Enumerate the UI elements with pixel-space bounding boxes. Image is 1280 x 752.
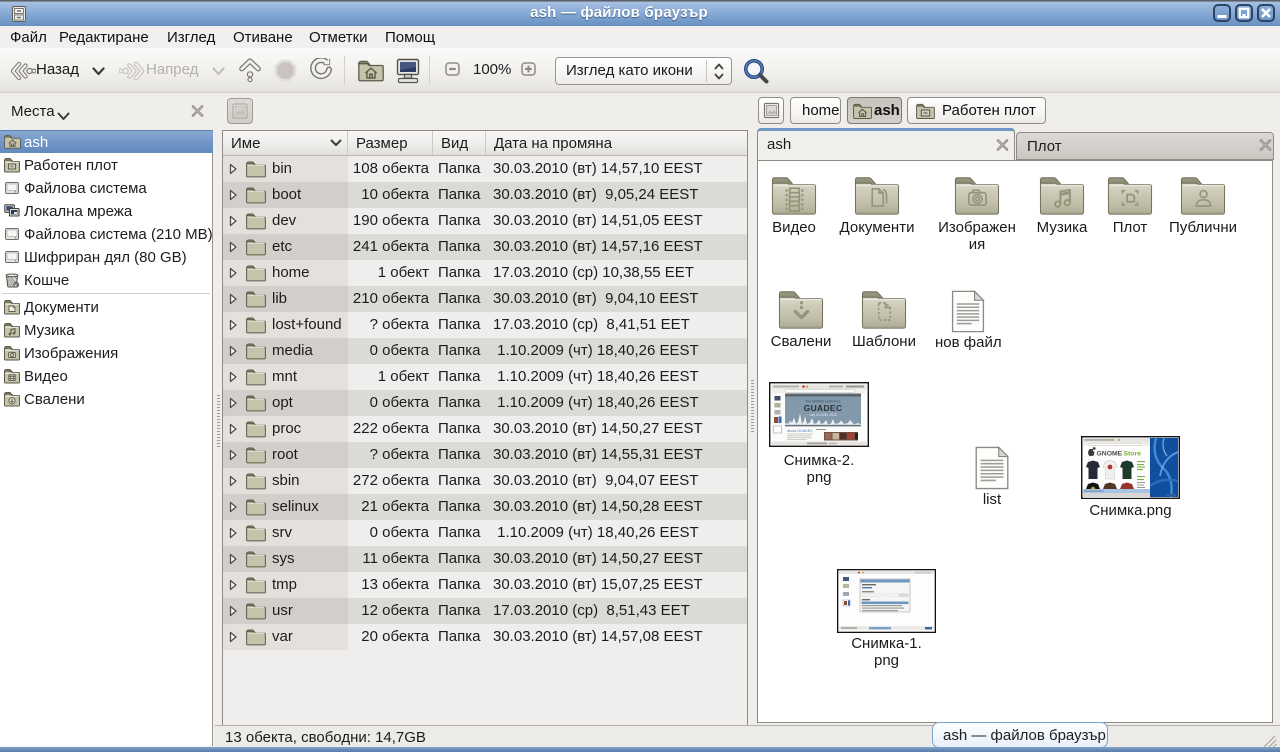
svg-text:July 24-30th, 2010: July 24-30th, 2010 bbox=[809, 413, 837, 417]
svg-text:GNOME: GNOME bbox=[1097, 451, 1123, 458]
svg-text:GUADEC: GUADEC bbox=[804, 403, 843, 413]
svg-text:Store: Store bbox=[1124, 451, 1142, 458]
svg-text:About GUADEC: About GUADEC bbox=[787, 429, 813, 433]
